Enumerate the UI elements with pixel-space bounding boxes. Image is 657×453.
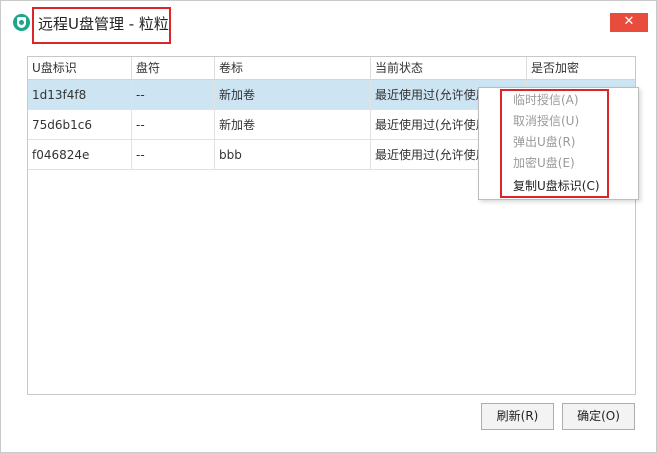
shield-icon [13,14,30,31]
cell-drive-letter: -- [132,140,215,170]
cell-drive-letter: -- [132,110,215,140]
dialog-window: 远程U盘管理 - 粒粒 ✕ U盘标识 盘符 卷标 当前状态 是否加密 1d13f… [0,0,657,453]
column-header-encrypted[interactable]: 是否加密 [527,57,635,79]
cell-volume-label: 新加卷 [215,110,371,140]
close-button[interactable]: ✕ [610,13,648,32]
column-header-status[interactable]: 当前状态 [371,57,527,79]
cell-volume-label: bbb [215,140,371,170]
table-header: U盘标识 盘符 卷标 当前状态 是否加密 [28,57,635,80]
menu-highlight-box [500,89,609,198]
column-header-usb-id[interactable]: U盘标识 [28,57,132,79]
cell-volume-label: 新加卷 [215,80,371,110]
cell-drive-letter: -- [132,80,215,110]
cell-usb-id: 1d13f4f8 [28,80,132,110]
cell-usb-id: f046824e [28,140,132,170]
column-header-drive-letter[interactable]: 盘符 [132,57,215,79]
refresh-button[interactable]: 刷新(R) [481,403,554,430]
column-header-volume-label[interactable]: 卷标 [215,57,371,79]
ok-button[interactable]: 确定(O) [562,403,635,430]
cell-usb-id: 75d6b1c6 [28,110,132,140]
title-highlight-box [32,7,171,44]
